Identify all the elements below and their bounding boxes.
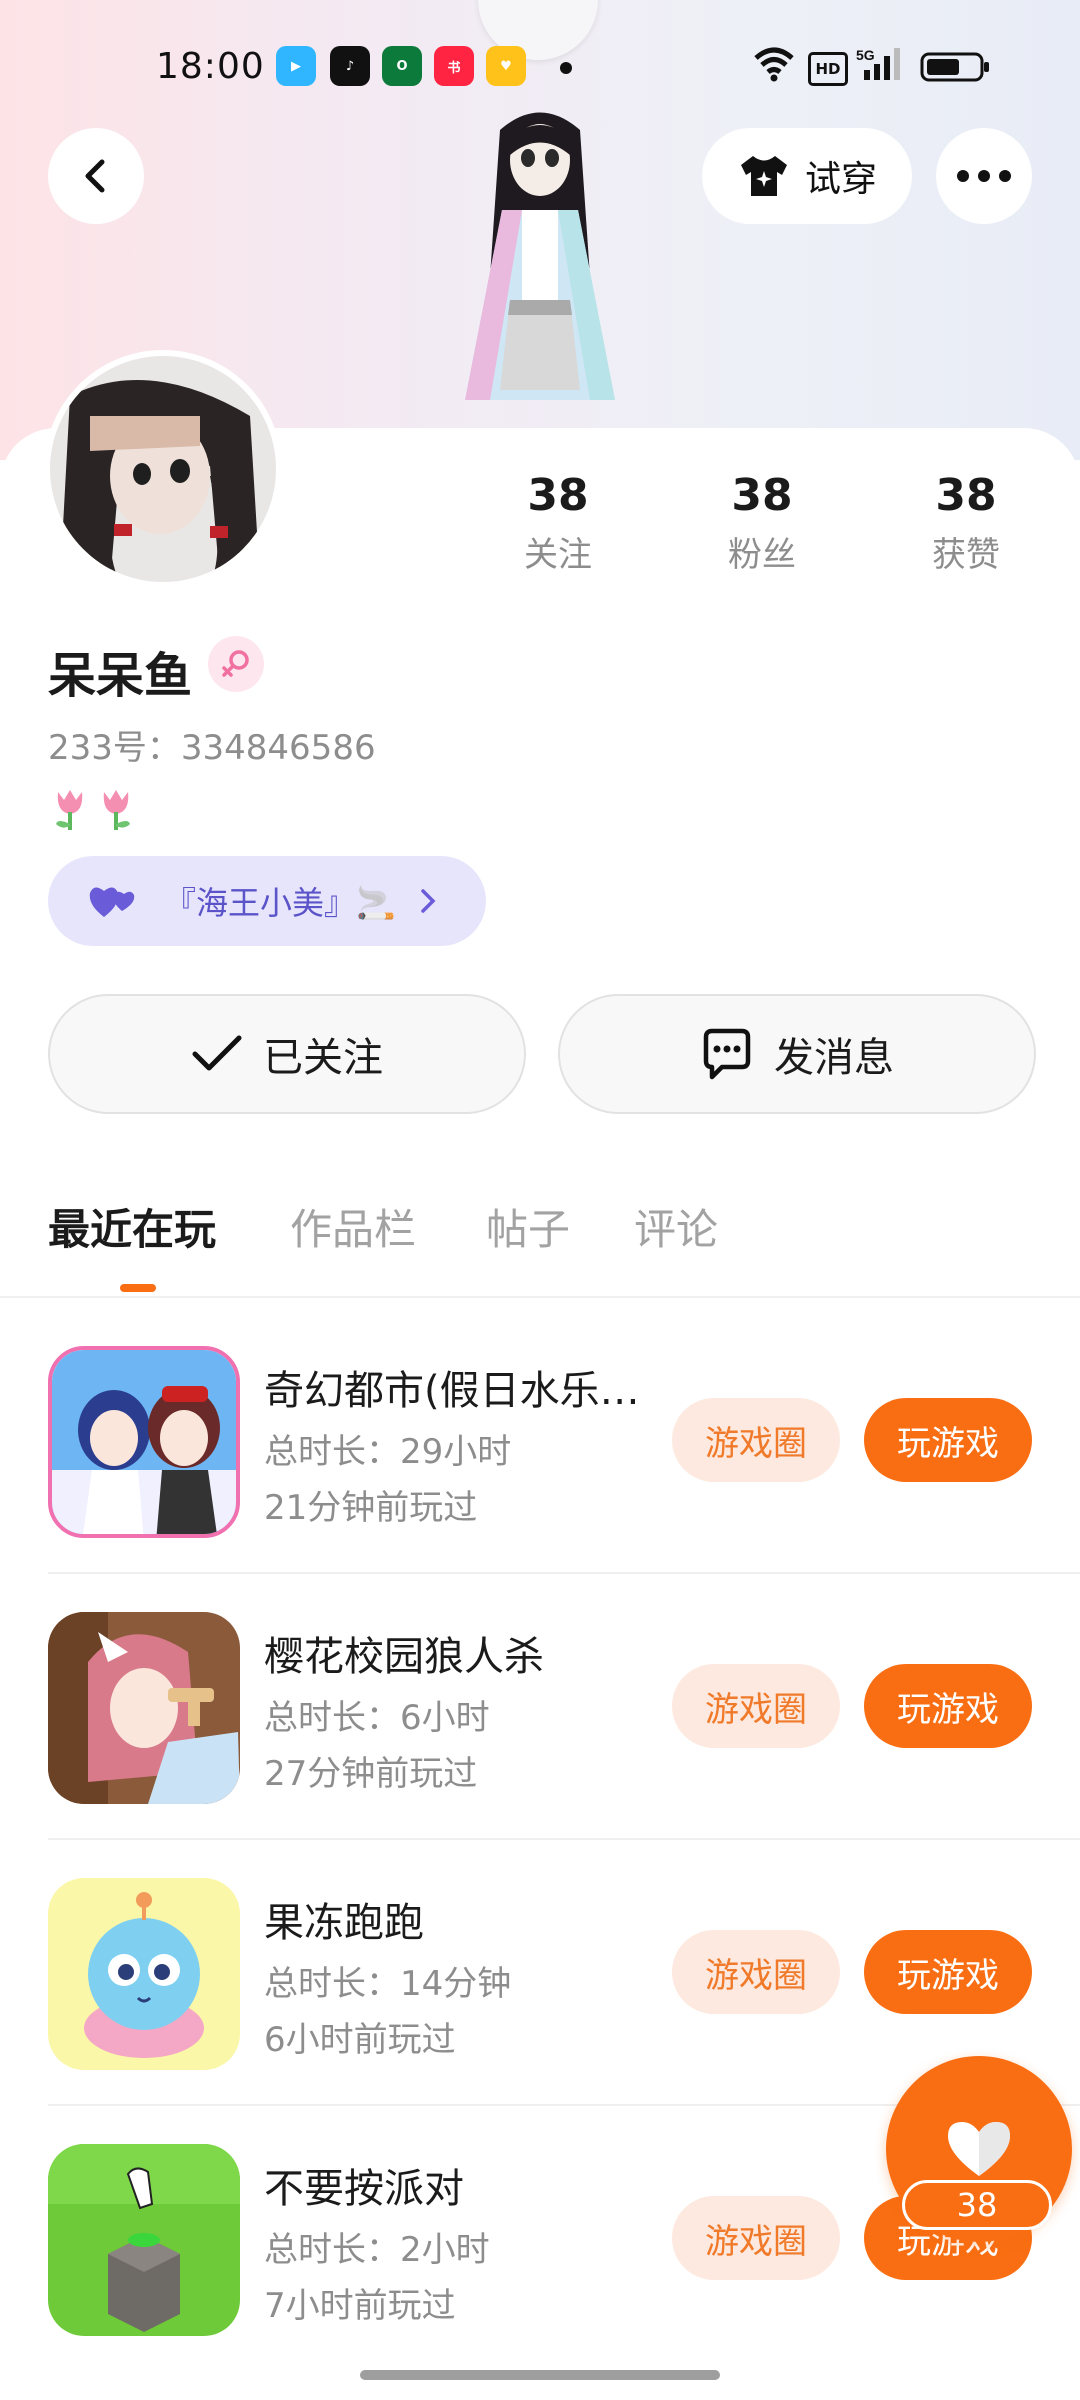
game-row[interactable]: 奇幻都市(假日水乐… 总时长：29小时 21分钟前玩过 游戏圈 玩游戏 — [0, 1306, 1080, 1572]
notification-dot — [560, 62, 572, 74]
video-app-icon: ▶ — [276, 46, 316, 86]
user-id: 233号：334846586 — [48, 728, 376, 768]
tabs-divider — [0, 1296, 1080, 1298]
like-count-badge: 38 — [902, 2180, 1052, 2230]
likes-count: 38 — [935, 470, 997, 521]
cp-tag-text: 『海王小美』🚬 — [164, 884, 396, 922]
followed-label: 已关注 — [263, 1035, 383, 1081]
game-last-played: 7小时前玩过 — [264, 2286, 456, 2326]
send-message-button[interactable]: 发消息 — [558, 994, 1036, 1114]
chat-bubble-icon — [703, 1028, 751, 1080]
heart-icon — [948, 2122, 1010, 2176]
game-circle-button[interactable]: 游戏圈 — [672, 1398, 840, 1482]
game-name: 奇幻都市(假日水乐… — [264, 1368, 640, 1414]
status-bar: 18:00 ▶ ♪ O 书 ♥ HD 5G — [0, 0, 1080, 120]
game-circle-button[interactable]: 游戏圈 — [672, 1664, 840, 1748]
stat-fans[interactable]: 38 粉丝 — [682, 470, 842, 576]
oppo-app-icon: O — [382, 46, 422, 86]
try-on-label: 试穿 — [804, 159, 877, 200]
followed-button[interactable]: 已关注 — [48, 994, 526, 1114]
more-dots-icon — [957, 170, 1011, 182]
game-circle-button[interactable]: 游戏圈 — [672, 2196, 840, 2280]
game-name: 果冻跑跑 — [264, 1900, 424, 1946]
status-time: 18:00 — [156, 46, 265, 87]
svg-text:5G: 5G — [856, 47, 875, 63]
tab-recent-played[interactable]: 最近在玩 — [48, 1196, 216, 1257]
game-icon — [48, 1346, 240, 1538]
try-on-button[interactable]: 试穿 — [702, 128, 912, 224]
yellow-app-icon: ♥ — [486, 46, 526, 86]
game-duration: 总时长：2小时 — [264, 2230, 490, 2270]
like-count: 38 — [956, 2186, 998, 2224]
tab-posts[interactable]: 帖子 — [486, 1196, 570, 1257]
game-duration: 总时长：6小时 — [264, 1698, 490, 1738]
fans-label: 粉丝 — [728, 535, 796, 575]
signal-5g-icon: 5G — [856, 46, 906, 86]
tulip-icon — [94, 784, 138, 836]
avatar-character-figure — [430, 100, 650, 430]
user-avatar[interactable] — [50, 356, 276, 582]
stat-following[interactable]: 38 关注 — [478, 470, 638, 576]
tshirt-icon — [740, 156, 787, 196]
home-indicator[interactable] — [360, 2370, 720, 2380]
back-button[interactable] — [48, 128, 144, 224]
battery-icon — [920, 52, 992, 86]
tab-comments[interactable]: 评论 — [634, 1196, 718, 1257]
active-tab-indicator — [120, 1284, 156, 1292]
more-options-button[interactable] — [936, 128, 1032, 224]
wifi-icon — [752, 46, 796, 86]
hd-icon: HD — [808, 52, 848, 86]
game-name: 不要按派对 — [264, 2166, 464, 2212]
following-label: 关注 — [524, 535, 592, 575]
game-duration: 总时长：29小时 — [264, 1432, 512, 1472]
likes-label: 获赞 — [932, 535, 1000, 575]
tiktok-app-icon: ♪ — [330, 46, 370, 86]
tab-works[interactable]: 作品栏 — [290, 1196, 416, 1257]
xiaohongshu-app-icon: 书 — [434, 46, 474, 86]
female-gender-icon — [208, 636, 264, 692]
send-message-label: 发消息 — [774, 1035, 894, 1081]
tulip-icon — [48, 784, 92, 836]
game-row[interactable]: 果冻跑跑 总时长：14分钟 6小时前玩过 游戏圈 玩游戏 — [0, 1838, 1080, 2104]
game-icon — [48, 2144, 240, 2336]
game-last-played: 6小时前玩过 — [264, 2020, 456, 2060]
play-game-button[interactable]: 玩游戏 — [864, 1930, 1032, 2014]
chevron-right-icon — [421, 889, 436, 913]
game-row[interactable]: 樱花校园狼人杀 总时长：6小时 27分钟前玩过 游戏圈 玩游戏 — [0, 1572, 1080, 1838]
play-game-button[interactable]: 玩游戏 — [864, 1664, 1032, 1748]
cp-tag-chip[interactable]: 『海王小美』🚬 — [48, 856, 486, 946]
game-icon — [48, 1612, 240, 1804]
user-name: 呆呆鱼 — [48, 648, 193, 704]
game-icon — [48, 1878, 240, 2070]
game-name: 樱花校园狼人杀 — [264, 1634, 544, 1680]
game-last-played: 21分钟前玩过 — [264, 1488, 478, 1528]
game-duration: 总时长：14分钟 — [264, 1964, 512, 2004]
check-icon — [192, 1035, 242, 1071]
fans-count: 38 — [731, 470, 793, 521]
play-game-button[interactable]: 玩游戏 — [864, 1398, 1032, 1482]
chevron-left-icon — [85, 159, 105, 193]
hearts-icon — [89, 887, 135, 917]
stat-likes[interactable]: 38 获赞 — [886, 470, 1046, 576]
game-last-played: 27分钟前玩过 — [264, 1754, 478, 1794]
following-count: 38 — [527, 470, 589, 521]
game-circle-button[interactable]: 游戏圈 — [672, 1930, 840, 2014]
